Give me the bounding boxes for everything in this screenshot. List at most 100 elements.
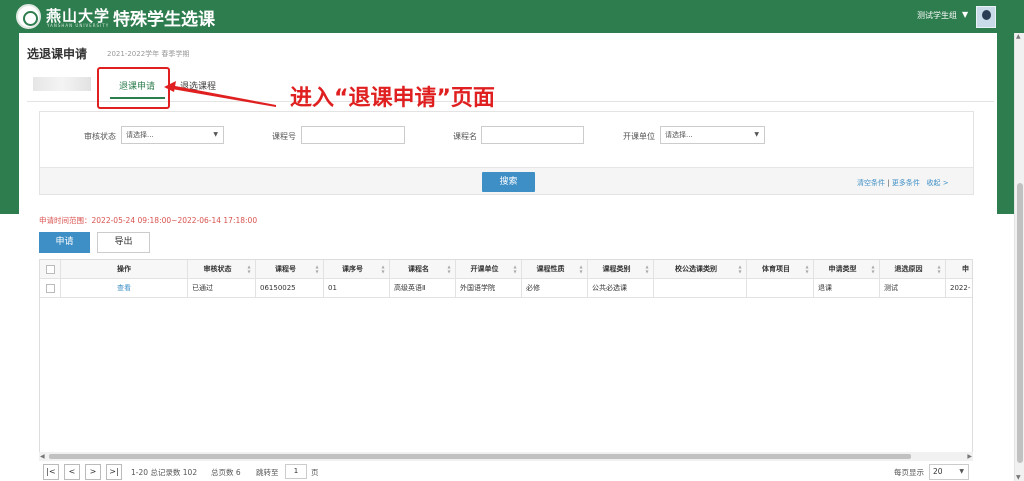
annotation-arrow-icon [164, 81, 276, 107]
application-time-range: 申请时间范围：2022-05-24 09:18:00~2022-06-14 17… [39, 216, 258, 225]
column-header-section-no[interactable]: 课序号 ▲ ▼ [324, 260, 390, 279]
sport-cell [747, 279, 814, 298]
chevron-down-icon[interactable]: ▼ [962, 10, 968, 19]
jump-label: 跳转至 [256, 468, 279, 477]
status-filter-value: 请选择... [126, 131, 154, 139]
column-header-course-nature[interactable]: 课程性质 ▲ ▼ [522, 260, 588, 279]
column-header-apply-type[interactable]: 申请类型 ▲ ▼ [814, 260, 880, 279]
column-header-sport[interactable]: 体育项目 ▲ ▼ [747, 260, 814, 279]
apply-time-cell: 2022- [946, 279, 972, 298]
sort-icon[interactable]: ▲ ▼ [380, 264, 386, 274]
status-cell: 已通过 [188, 279, 256, 298]
more-filters-link[interactable]: 更多条件 [892, 179, 920, 187]
scroll-left-icon[interactable]: ◀ [40, 452, 45, 461]
sort-icon[interactable]: ▲ ▼ [578, 264, 584, 274]
sort-icon[interactable]: ▲ ▼ [737, 264, 743, 274]
collapse-link[interactable]: 收起 > [927, 179, 949, 187]
last-page-button[interactable]: >| [106, 464, 122, 480]
column-header-department[interactable]: 开课单位 ▲ ▼ [456, 260, 522, 279]
horizontal-scroll-thumb[interactable] [49, 454, 911, 459]
column-header-label: 课程性质 [536, 265, 565, 273]
sort-icon[interactable]: ▲ ▼ [446, 264, 452, 274]
view-link[interactable]: 查看 [61, 279, 188, 298]
drop-reason-cell: 测试 [880, 279, 946, 298]
jump-page-input[interactable]: 1 [285, 464, 307, 479]
per-page-value: 20 [933, 467, 943, 476]
department-cell: 外国语学院 [456, 279, 522, 298]
column-header-label: 课程号 [275, 265, 296, 273]
scroll-down-icon[interactable]: ▼ [1016, 474, 1021, 481]
select-all-checkbox[interactable] [46, 265, 55, 274]
record-summary: 1-20 总记录数 102 [131, 468, 198, 477]
chevron-down-icon: ▼ [754, 131, 759, 138]
link-separator: | [887, 179, 890, 187]
term-label: 2021-2022学年 春季学期 [107, 50, 190, 58]
status-filter-select[interactable]: 请选择... ▼ [121, 126, 224, 144]
row-checkbox[interactable] [46, 284, 55, 293]
column-header-label: 体育项目 [762, 265, 790, 273]
column-header-apply-time: 申 [946, 260, 972, 279]
results-table: 操作 审核状态 ▲ ▼ 课程号 ▲ ▼ 课序号 ▲ ▼ 课程名 ▲ ▼ 开课单位 ▲ ▼ 课程性质 ▲… [39, 259, 973, 459]
blurred-region [33, 77, 91, 91]
annotation-highlight-box [97, 67, 170, 109]
table-header-row: 操作 审核状态 ▲ ▼ 课程号 ▲ ▼ 课序号 ▲ ▼ 课程名 ▲ ▼ 开课单位 ▲ ▼ 课程性质 ▲… [40, 260, 972, 279]
sort-icon[interactable]: ▲ ▼ [512, 264, 518, 274]
course-no-cell: 06150025 [256, 279, 324, 298]
elective-category-cell [654, 279, 747, 298]
column-header-course-no[interactable]: 课程号 ▲ ▼ [256, 260, 324, 279]
export-button[interactable]: 导出 [97, 232, 150, 253]
per-page-select[interactable]: 20 ▼ [929, 464, 969, 480]
top-header: 燕山大学 YANSHAN UNIVERSITY 特殊学生选课 测试学生组 ▼ [0, 0, 1024, 33]
scroll-up-icon[interactable]: ▲ [1016, 33, 1021, 40]
filter-links: 清空条件 | 更多条件 收起 > [857, 178, 949, 188]
per-page-label: 每页显示 [894, 468, 924, 477]
column-header-label: 开课单位 [470, 265, 499, 273]
column-header-label: 退选原因 [894, 265, 923, 273]
next-page-button[interactable]: > [85, 464, 101, 480]
column-header-status[interactable]: 审核状态 ▲ ▼ [188, 260, 256, 279]
sort-icon[interactable]: ▲ ▼ [804, 264, 810, 274]
course-nature-cell: 必修 [522, 279, 588, 298]
vertical-scroll-thumb[interactable] [1017, 183, 1023, 463]
scroll-right-icon[interactable]: ▶ [967, 452, 972, 461]
university-subtitle: YANSHAN UNIVERSITY [47, 23, 110, 28]
sort-icon[interactable]: ▲ ▼ [936, 264, 942, 274]
table-row: 查看 已通过 06150025 01 高级英语Ⅱ 外国语学院 必修 公共必选课 … [40, 279, 972, 298]
sort-icon[interactable]: ▲ ▼ [644, 264, 650, 274]
course-category-cell: 公共必选课 [588, 279, 654, 298]
search-button[interactable]: 搜索 [482, 172, 535, 192]
apply-button[interactable]: 申请 [39, 232, 90, 253]
course-name-input[interactable] [481, 126, 584, 144]
pagination-bar: |< < > >| 1-20 总记录数 102 总页数 6 跳转至 1 页 每页… [39, 462, 973, 481]
course-name-label: 课程名 [453, 132, 477, 141]
prev-page-button[interactable]: < [64, 464, 80, 480]
sort-icon[interactable]: ▲ ▼ [314, 264, 320, 274]
vertical-scrollbar[interactable]: ▲ ▼ [1014, 33, 1024, 481]
column-header-label: 校公选课类别 [675, 265, 717, 273]
section-no-cell: 01 [324, 279, 390, 298]
column-header-course-name[interactable]: 课程名 ▲ ▼ [390, 260, 456, 279]
department-filter-select[interactable]: 请选择... ▼ [660, 126, 765, 144]
chevron-down-icon: ▼ [213, 131, 218, 138]
department-filter-label: 开课单位 [623, 132, 655, 141]
column-header-label: 课程类别 [602, 265, 631, 273]
course-no-input[interactable] [301, 126, 405, 144]
course-name-cell: 高级英语Ⅱ [390, 279, 456, 298]
column-header-drop-reason[interactable]: 退选原因 ▲ ▼ [880, 260, 946, 279]
sort-icon[interactable]: ▲ ▼ [246, 264, 252, 274]
page-unit: 页 [311, 468, 319, 477]
sort-icon[interactable]: ▲ ▼ [870, 264, 876, 274]
column-header-course-category[interactable]: 课程类别 ▲ ▼ [588, 260, 654, 279]
avatar[interactable] [976, 6, 996, 28]
apply-type-cell: 退课 [814, 279, 880, 298]
user-menu[interactable]: 测试学生组 [917, 10, 957, 21]
column-header-elective-category[interactable]: 校公选课类别 ▲ ▼ [654, 260, 747, 279]
horizontal-scrollbar[interactable]: ◀ ▶ [39, 452, 973, 461]
clear-filters-link[interactable]: 清空条件 [857, 179, 885, 187]
university-logo [16, 4, 41, 29]
select-all-cell [40, 260, 61, 279]
page-title: 选退课申请 [27, 47, 88, 61]
annotation-text: 进入“退课申请”页面 [290, 86, 495, 111]
status-filter-label: 审核状态 [84, 132, 116, 141]
first-page-button[interactable]: |< [43, 464, 59, 480]
